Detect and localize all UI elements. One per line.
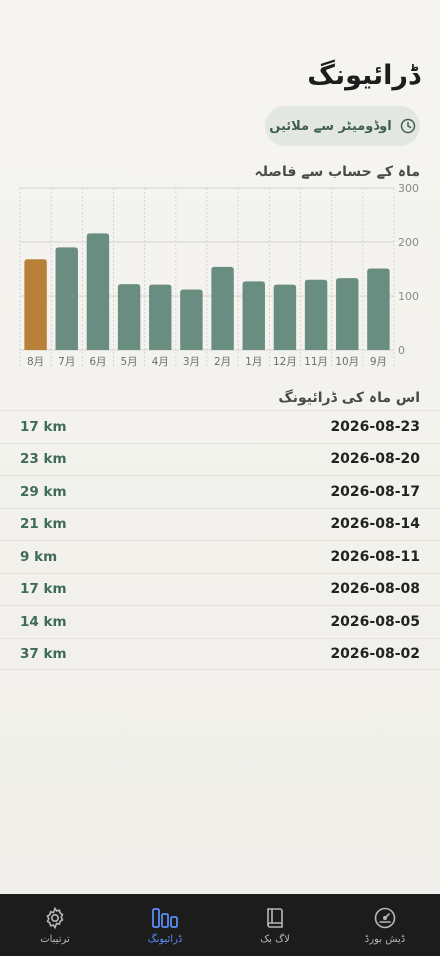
tab-bar: ترتیبات ڈرائیونگ لاگ بک ڈیش بورڈ <box>0 894 440 956</box>
y-tick-label: 0 <box>398 344 405 357</box>
bar <box>211 266 234 350</box>
book-icon <box>267 907 283 928</box>
gauge-icon <box>374 907 396 928</box>
date-value: 2026-08-05 <box>330 613 420 630</box>
month-driving-title: اس ماہ کی ڈرائیونگ <box>278 390 420 406</box>
driving-list: 17 km 2026-08-23 23 km 2026-08-20 29 km … <box>0 410 440 670</box>
sync-button-label: اوڈومیٹر سے ملائیں <box>269 118 392 134</box>
x-tick-label: 11月 <box>304 356 328 368</box>
date-value: 2026-08-08 <box>330 581 420 598</box>
date-value: 2026-08-17 <box>330 483 420 500</box>
date-value: 2026-08-02 <box>330 645 420 662</box>
list-item[interactable]: 37 km 2026-08-02 <box>0 637 440 670</box>
bar <box>86 233 110 350</box>
bar <box>180 289 203 350</box>
list-item[interactable]: 14 km 2026-08-05 <box>0 605 440 638</box>
list-item[interactable]: 29 km 2026-08-17 <box>0 475 440 508</box>
tab-label: لاگ بک <box>260 933 290 945</box>
bar <box>117 284 141 350</box>
x-tick-label: 1月 <box>245 356 262 368</box>
list-item[interactable]: 17 km 2026-08-23 <box>0 410 440 443</box>
tab-dashboard[interactable]: ڈیش بورڈ <box>330 894 440 956</box>
chart-title: ماہ کے حساب سے فاصلہ <box>254 164 420 180</box>
x-tick-label: 5月 <box>120 356 137 368</box>
tab-label: ترتیبات <box>40 933 70 945</box>
tab-logbook[interactable]: لاگ بک <box>220 894 330 956</box>
sync-odometer-button[interactable]: اوڈومیٹر سے ملائیں <box>265 106 420 146</box>
x-tick-label: 4月 <box>152 356 169 368</box>
y-tick-label: 100 <box>398 290 419 303</box>
list-item[interactable]: 23 km 2026-08-20 <box>0 442 440 476</box>
date-value: 2026-08-23 <box>330 418 420 435</box>
bar <box>149 284 172 350</box>
x-tick-label: 10月 <box>335 356 359 368</box>
bar <box>242 281 265 350</box>
tab-label: ڈرائیونگ <box>147 933 183 945</box>
x-tick-label: 12月 <box>273 356 297 368</box>
bar <box>367 268 390 350</box>
date-value: 2026-08-11 <box>330 548 420 565</box>
x-tick-label: 2月 <box>214 356 231 368</box>
bar <box>336 278 359 350</box>
bar <box>273 284 297 350</box>
distance-value: 17 km <box>20 418 67 435</box>
monthly-distance-chart: 0 100 200 300 8月 7月 6月 5月 4月 3月 2月 1月 12月 11月 10月 9月 <box>19 182 419 368</box>
distance-value: 17 km <box>20 581 67 598</box>
distance-value: 37 km <box>20 645 67 662</box>
bar <box>24 259 47 350</box>
distance-value: 21 km <box>20 516 67 533</box>
bar <box>304 279 328 350</box>
distance-value: 29 km <box>20 483 67 500</box>
list-item[interactable]: 21 km 2026-08-14 <box>0 507 440 541</box>
bar <box>55 247 78 350</box>
x-tick-label: 7月 <box>58 356 75 368</box>
gear-icon <box>46 906 64 929</box>
distance-value: 23 km <box>20 451 67 468</box>
tab-settings[interactable]: ترتیبات <box>0 894 110 956</box>
list-item[interactable]: 17 km 2026-08-08 <box>0 572 440 606</box>
y-tick-label: 300 <box>398 182 419 195</box>
page-title: ڈرائیونگ <box>307 60 420 91</box>
clock-icon <box>400 118 415 134</box>
distance-value: 9 km <box>20 548 58 565</box>
tab-label: ڈیش بورڈ <box>364 933 406 945</box>
distance-value: 14 km <box>20 613 67 630</box>
date-value: 2026-08-20 <box>330 451 420 468</box>
date-value: 2026-08-14 <box>330 516 420 533</box>
x-tick-label: 8月 <box>27 356 44 368</box>
x-tick-label: 6月 <box>89 356 106 368</box>
y-tick-label: 200 <box>398 236 419 249</box>
list-item[interactable]: 9 km 2026-08-11 <box>0 540 440 573</box>
x-tick-label: 3月 <box>183 356 200 368</box>
x-tick-label: 9月 <box>370 356 387 368</box>
tab-driving[interactable]: ڈرائیونگ <box>110 894 220 956</box>
bar-chart-icon <box>152 907 178 928</box>
